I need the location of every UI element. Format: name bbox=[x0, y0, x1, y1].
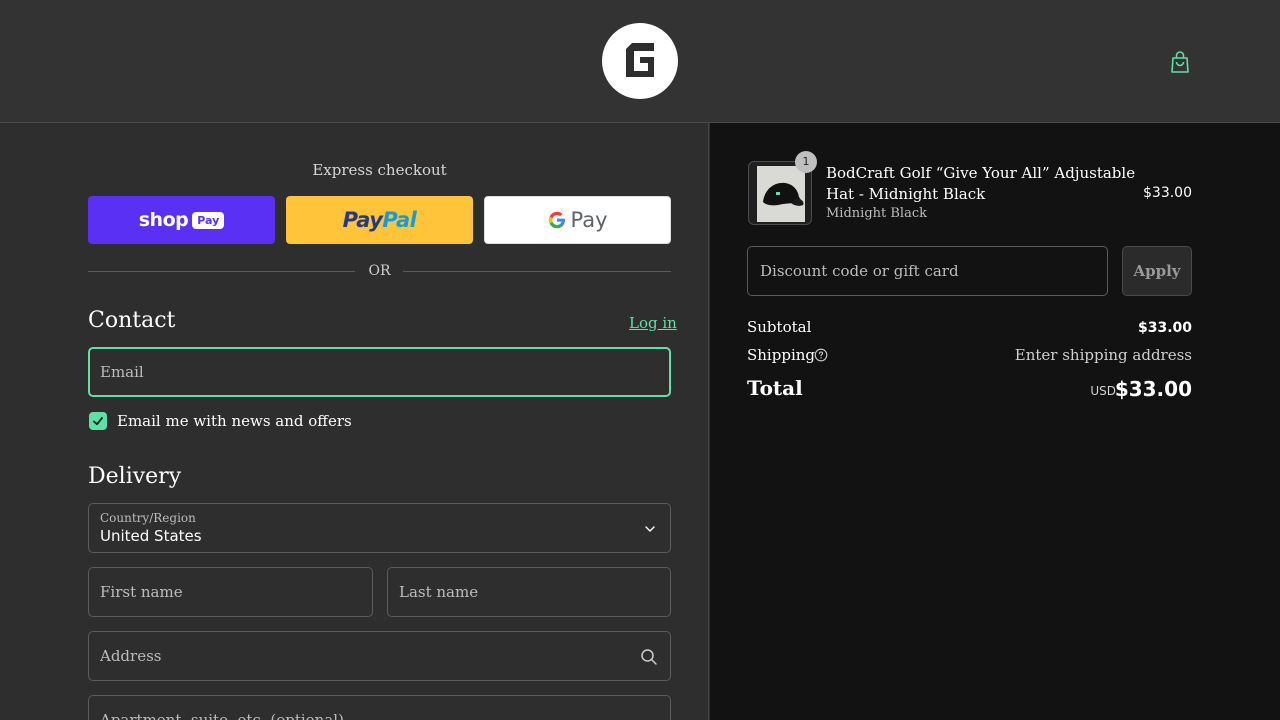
apartment-field[interactable] bbox=[89, 696, 670, 720]
shop-pay-word: shop bbox=[138, 209, 189, 231]
product-name: BodCraft Golf “Give Your All” Adjustable… bbox=[826, 164, 1136, 203]
google-pay-wordmark: Pay bbox=[547, 208, 608, 232]
first-name-field[interactable] bbox=[89, 568, 372, 616]
shipping-label: Shipping bbox=[747, 346, 815, 364]
last-name-field[interactable] bbox=[388, 568, 670, 616]
apartment-wrapper bbox=[88, 695, 671, 720]
total-value: $33.00 bbox=[1114, 377, 1192, 401]
email-field-wrapper bbox=[88, 347, 671, 397]
address-wrapper bbox=[88, 631, 671, 681]
help-circle-icon[interactable] bbox=[814, 348, 828, 362]
log-in-link[interactable]: Log in bbox=[629, 314, 677, 332]
paypal-button[interactable]: PayPal bbox=[286, 196, 473, 244]
checkout-form-panel: Express checkout shop Pay PayPal Pay OR … bbox=[0, 123, 709, 720]
subtotal-value: $33.00 bbox=[1137, 320, 1192, 336]
google-pay-button[interactable]: Pay bbox=[484, 196, 671, 244]
subtotal-label: Subtotal bbox=[747, 318, 812, 336]
newsletter-label[interactable]: Email me with news and offers bbox=[117, 412, 352, 430]
paypal-wordmark: PayPal bbox=[343, 208, 417, 232]
shopping-bag-icon bbox=[1171, 51, 1189, 73]
checkmark-icon bbox=[93, 417, 103, 426]
quantity-badge: 1 bbox=[795, 151, 817, 173]
shop-pay-button[interactable]: shop Pay bbox=[88, 196, 275, 244]
discount-code-field[interactable] bbox=[748, 247, 1107, 295]
product-price: $33.00 bbox=[1143, 185, 1192, 201]
discount-field-wrapper bbox=[747, 246, 1108, 296]
shipping-value: Enter shipping address bbox=[1014, 346, 1192, 364]
or-divider: OR bbox=[88, 262, 671, 282]
country-select[interactable]: Country/Region United States bbox=[88, 503, 671, 553]
total-label: Total bbox=[747, 376, 803, 400]
google-g-icon bbox=[549, 211, 566, 229]
contact-title: Contact bbox=[88, 308, 176, 333]
paypal-word-part2: Pal bbox=[382, 208, 417, 232]
logo-mark-icon bbox=[626, 43, 654, 77]
total-currency: USD bbox=[1090, 384, 1116, 398]
chevron-down-icon bbox=[645, 526, 655, 532]
header bbox=[0, 0, 1280, 123]
express-checkout-title: Express checkout bbox=[312, 161, 447, 179]
last-name-wrapper bbox=[387, 567, 671, 617]
cart-button[interactable] bbox=[1168, 49, 1192, 75]
order-summary-panel: 1 BodCraft Golf “Give Your All” Adjustab… bbox=[710, 123, 1280, 720]
delivery-title: Delivery bbox=[88, 464, 182, 489]
search-icon[interactable] bbox=[640, 648, 658, 666]
google-pay-word: Pay bbox=[570, 208, 608, 232]
product-variant: Midnight Black bbox=[826, 206, 927, 221]
or-text: OR bbox=[368, 263, 391, 279]
country-caption: Country/Region bbox=[100, 511, 196, 525]
country-value: United States bbox=[100, 527, 202, 545]
address-field[interactable] bbox=[89, 632, 670, 680]
newsletter-checkbox[interactable] bbox=[89, 412, 107, 430]
paypal-word-part1: Pay bbox=[342, 208, 383, 232]
shop-pay-pill: Pay bbox=[192, 211, 225, 229]
apply-discount-button[interactable]: Apply bbox=[1122, 246, 1192, 296]
email-field[interactable] bbox=[90, 349, 669, 395]
bodcraft-logo[interactable] bbox=[602, 23, 678, 99]
first-name-wrapper bbox=[88, 567, 373, 617]
